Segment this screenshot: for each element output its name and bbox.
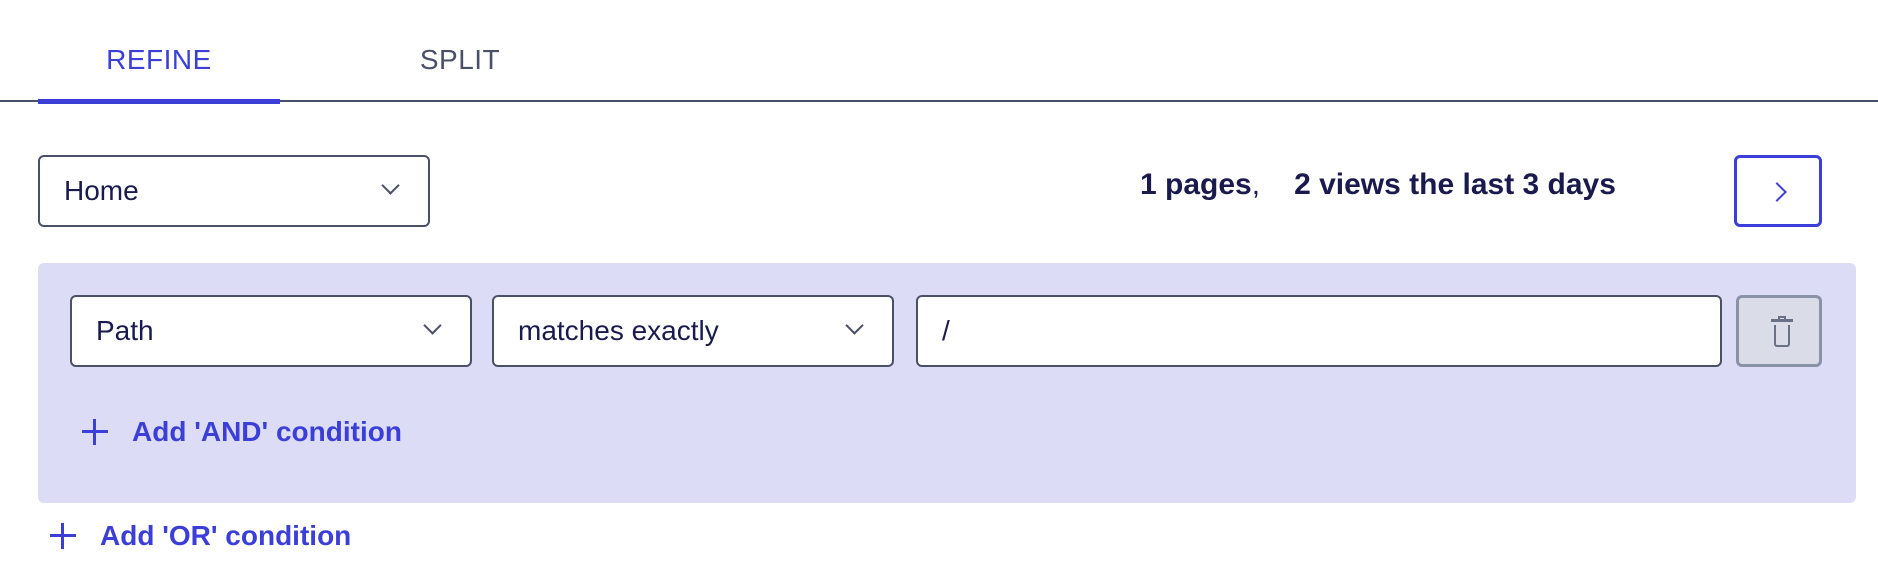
tab-refine[interactable]: REFINE [38, 0, 280, 104]
stats-separator: , [1251, 168, 1261, 201]
trash-icon [1771, 316, 1793, 348]
pages-count: 1 pages [1140, 168, 1252, 201]
chevron-down-icon [424, 319, 442, 337]
tab-split[interactable]: SPLIT [400, 0, 520, 102]
field-select[interactable]: Path [70, 295, 472, 367]
add-or-condition-button[interactable]: Add 'OR' condition [50, 520, 351, 552]
add-and-condition-button[interactable]: Add 'AND' condition [82, 416, 402, 448]
page-select-value: Home [64, 175, 139, 206]
add-or-label: Add 'OR' condition [100, 520, 352, 551]
next-button[interactable] [1734, 155, 1822, 227]
plus-icon [82, 419, 108, 445]
chevron-right-icon [1767, 182, 1787, 202]
add-and-label: Add 'AND' condition [132, 416, 402, 447]
delete-condition-button[interactable] [1736, 295, 1822, 367]
page-select[interactable]: Home [38, 155, 430, 227]
condition-value-text: / [942, 315, 950, 346]
condition-value-input[interactable]: / [916, 295, 1722, 367]
field-select-value: Path [96, 315, 154, 346]
stats-summary: 1 pages, 2 views the last 3 days [1140, 168, 1616, 202]
operator-select-value: matches exactly [518, 315, 719, 346]
operator-select[interactable]: matches exactly [492, 295, 894, 367]
plus-icon [50, 523, 76, 549]
chevron-down-icon [846, 319, 864, 337]
tab-bar: REFINE SPLIT [0, 0, 1878, 104]
views-count: 2 views the last 3 days [1294, 168, 1616, 201]
chevron-down-icon [382, 179, 400, 197]
